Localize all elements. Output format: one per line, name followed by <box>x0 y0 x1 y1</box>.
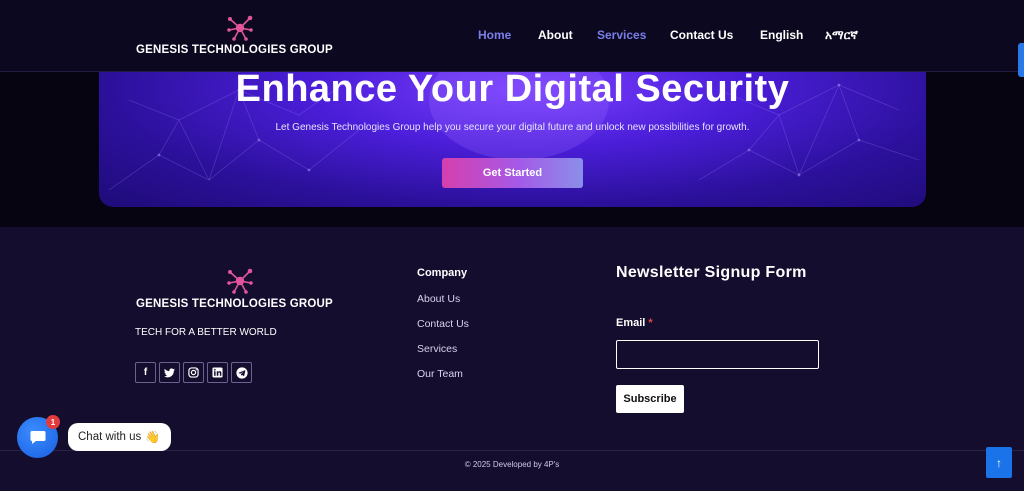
twitter-icon[interactable] <box>159 362 180 383</box>
nav-language-english[interactable]: English <box>760 28 803 42</box>
chat-icon <box>30 431 45 444</box>
hero-subtitle: Let Genesis Technologies Group help you … <box>275 122 750 133</box>
email-field[interactable] <box>616 340 819 369</box>
copyright-text: © 2025 Developed by 4P's <box>464 460 560 469</box>
instagram-icon[interactable] <box>183 362 204 383</box>
side-panel-tab[interactable] <box>1018 43 1024 77</box>
hero-title: Enhance Your Digital Security <box>235 68 790 110</box>
footer-link-services[interactable]: Services <box>417 343 457 355</box>
footer-tagline: TECH FOR A BETTER WORLD <box>135 327 277 338</box>
brand-name: GENESIS TECHNOLOGIES GROUP <box>136 44 333 56</box>
linkedin-icon[interactable] <box>207 362 228 383</box>
scroll-to-top-button[interactable]: ↑ <box>986 447 1012 478</box>
required-marker: * <box>648 317 653 329</box>
telegram-icon[interactable] <box>231 362 252 383</box>
nav-services[interactable]: Services <box>597 28 646 42</box>
company-heading: Company <box>417 267 468 279</box>
email-label-text: Email <box>616 317 646 329</box>
footer-link-our-team[interactable]: Our Team <box>417 368 463 380</box>
site-header: GENESIS TECHNOLOGIES GROUP Home About Se… <box>0 0 1024 72</box>
hero-banner: Enhance Your Digital Security Let Genesi… <box>99 60 926 207</box>
molecule-logo-icon <box>227 268 253 294</box>
site-footer: GENESIS TECHNOLOGIES GROUP TECH FOR A BE… <box>0 227 1024 491</box>
chat-prompt-text: Chat with us <box>78 431 142 443</box>
molecule-logo-icon <box>227 15 253 41</box>
chat-notification-badge: 1 <box>46 415 60 429</box>
chat-prompt[interactable]: Chat with us 👋 <box>68 423 171 451</box>
header-logo[interactable]: GENESIS TECHNOLOGIES GROUP <box>136 14 346 60</box>
footer-logo[interactable]: GENESIS TECHNOLOGIES GROUP <box>136 267 356 317</box>
waving-hand-icon: 👋 <box>145 430 161 444</box>
nav-about[interactable]: About <box>538 28 573 42</box>
newsletter-heading: Newsletter Signup Form <box>616 264 807 281</box>
email-label: Email * <box>616 317 653 329</box>
footer-brand-name: GENESIS TECHNOLOGIES GROUP <box>136 298 333 310</box>
nav-home[interactable]: Home <box>478 28 511 42</box>
nav-contact-us[interactable]: Contact Us <box>670 28 733 42</box>
facebook-icon[interactable]: f <box>135 362 156 383</box>
copyright-bar: © 2025 Developed by 4P's <box>0 450 1024 491</box>
subscribe-button[interactable]: Subscribe <box>616 385 684 413</box>
nav-language-amharic[interactable]: አማርኛ <box>825 28 858 43</box>
footer-link-contact-us[interactable]: Contact Us <box>417 318 469 330</box>
get-started-button[interactable]: Get Started <box>442 158 583 188</box>
footer-link-about-us[interactable]: About Us <box>417 293 460 305</box>
